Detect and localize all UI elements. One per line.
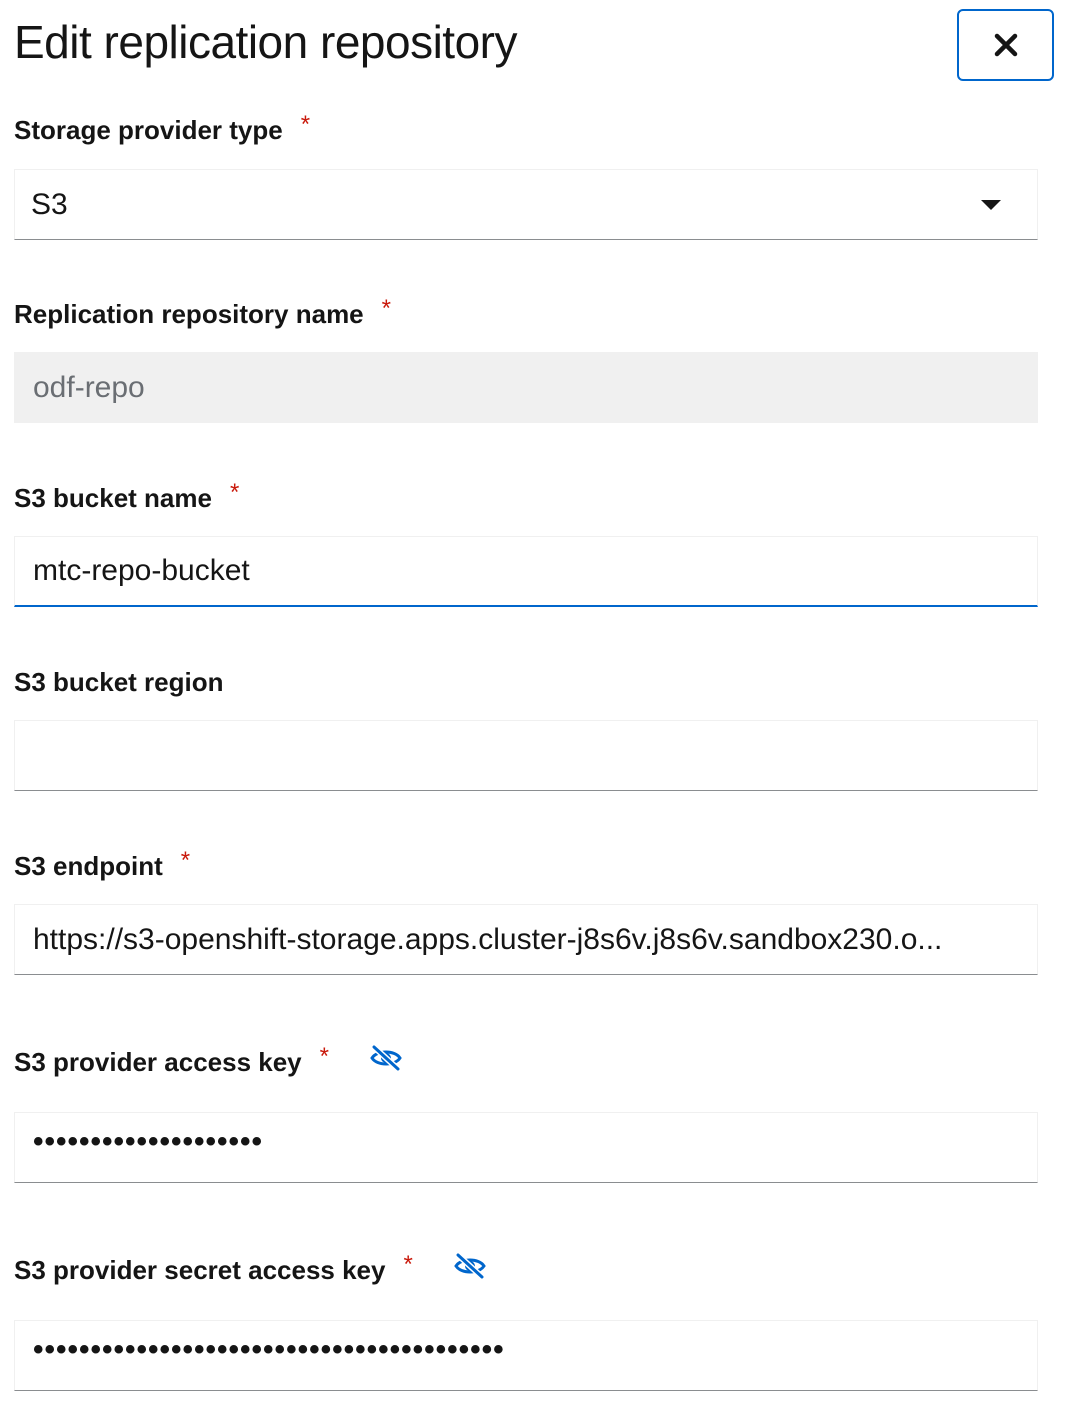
required-asterisk: * <box>319 1043 329 1070</box>
required-asterisk: * <box>403 1251 413 1278</box>
repository-name-value: odf-repo <box>33 370 145 404</box>
endpoint-value: https://s3-openshift-storage.apps.cluste… <box>33 922 943 956</box>
secret-key-label: S3 provider secret access key * <box>14 1251 487 1288</box>
bucket-region-label: S3 bucket region <box>14 664 224 700</box>
endpoint-label: S3 endpoint * <box>14 847 190 884</box>
bucket-region-label-text: S3 bucket region <box>14 667 224 697</box>
repository-name-input: odf-repo <box>14 352 1038 423</box>
access-key-input[interactable]: •••••••••••••••••••• <box>14 1112 1038 1183</box>
eye-slash-icon[interactable] <box>369 1045 403 1071</box>
access-key-label: S3 provider access key * <box>14 1043 403 1080</box>
secret-key-label-text: S3 provider secret access key <box>14 1255 386 1285</box>
endpoint-label-text: S3 endpoint <box>14 851 163 881</box>
dialog-title: Edit replication repository <box>14 16 517 68</box>
bucket-name-value: mtc-repo-bucket <box>33 554 250 587</box>
access-key-value: •••••••••••••••••••• <box>33 1124 264 1158</box>
required-asterisk: * <box>180 847 191 874</box>
storage-provider-type-select[interactable]: S3 <box>14 169 1038 240</box>
caret-down-icon <box>981 199 1001 210</box>
access-key-label-text: S3 provider access key <box>14 1047 302 1077</box>
secret-key-input[interactable]: ••••••••••••••••••••••••••••••••••••••••… <box>14 1320 1038 1391</box>
required-asterisk: * <box>229 479 240 506</box>
repository-name-label: Replication repository name * <box>14 295 391 332</box>
storage-provider-type-value: S3 <box>31 187 68 221</box>
required-asterisk: * <box>300 111 311 138</box>
eye-slash-icon[interactable] <box>453 1253 487 1279</box>
storage-provider-type-label: Storage provider type * <box>14 111 310 148</box>
storage-provider-type-label-text: Storage provider type <box>14 115 283 145</box>
bucket-name-label: S3 bucket name * <box>14 479 239 516</box>
bucket-name-input[interactable]: mtc-repo-bucket <box>14 536 1038 607</box>
bucket-region-input[interactable] <box>14 720 1038 791</box>
repository-name-label-text: Replication repository name <box>14 299 364 329</box>
endpoint-input[interactable]: https://s3-openshift-storage.apps.cluste… <box>14 904 1038 975</box>
required-asterisk: * <box>381 295 391 322</box>
secret-key-value: ••••••••••••••••••••••••••••••••••••••••… <box>33 1332 505 1366</box>
close-icon <box>994 33 1017 57</box>
close-button[interactable] <box>957 9 1054 81</box>
bucket-name-label-text: S3 bucket name <box>14 483 212 513</box>
